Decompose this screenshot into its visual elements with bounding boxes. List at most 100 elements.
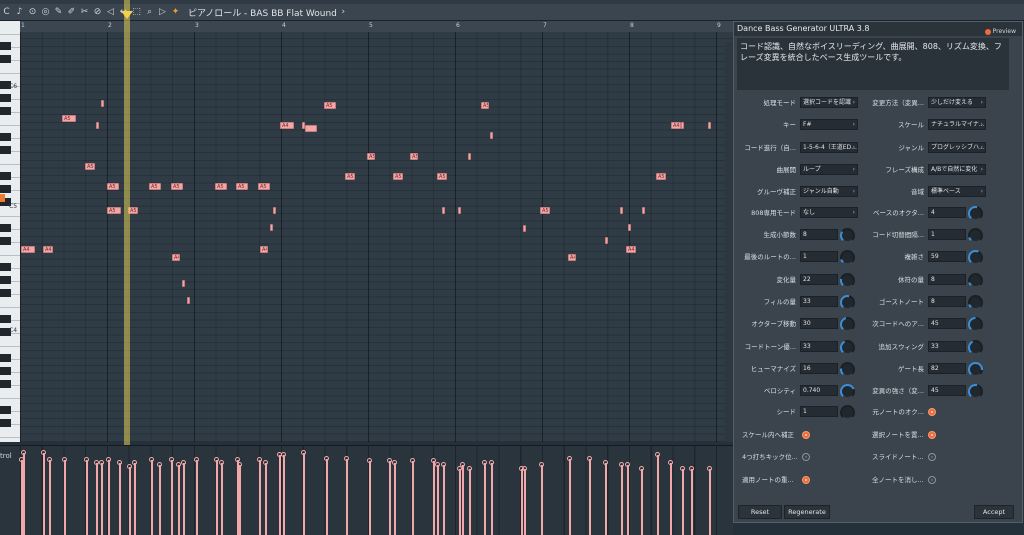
velocity-bar[interactable] <box>639 466 644 535</box>
midi-note[interactable]: A5 <box>656 173 666 180</box>
param-number[interactable]: 30 <box>800 318 838 330</box>
midi-note[interactable]: A5 <box>62 115 76 122</box>
black-key[interactable] <box>0 315 11 323</box>
black-key[interactable] <box>0 263 11 271</box>
velocity-bar[interactable] <box>117 460 122 535</box>
velocity-bar[interactable] <box>410 458 415 535</box>
zoom-icon[interactable]: ⌕ <box>144 7 155 18</box>
velocity-bar[interactable] <box>106 457 111 535</box>
param-number[interactable]: 1 <box>800 251 838 263</box>
midi-note[interactable]: A5 <box>215 183 227 190</box>
param-number[interactable]: 22 <box>800 273 838 285</box>
velocity-bar[interactable] <box>680 466 685 535</box>
midi-note[interactable]: A4 <box>671 122 681 129</box>
velocity-bar[interactable] <box>435 462 440 535</box>
velocity-bar[interactable] <box>522 466 527 535</box>
velocity-bar[interactable] <box>519 466 524 535</box>
playhead[interactable] <box>124 0 130 513</box>
midi-note[interactable] <box>468 153 471 160</box>
midi-note[interactable]: A4 <box>568 254 576 261</box>
roll-scrollbar[interactable] <box>725 42 733 442</box>
velocity-bar[interactable] <box>62 457 67 535</box>
velocity-bar[interactable] <box>21 450 26 535</box>
velocity-bar[interactable] <box>489 460 494 535</box>
midi-note[interactable]: A5 <box>410 153 418 160</box>
black-key[interactable] <box>0 185 11 193</box>
knob[interactable] <box>968 206 983 221</box>
velocity-bar[interactable] <box>94 460 99 535</box>
velocity-bar[interactable] <box>169 457 174 535</box>
knob[interactable] <box>840 339 855 355</box>
param-number[interactable]: 33 <box>800 340 838 352</box>
knob[interactable] <box>968 339 983 355</box>
seed-number[interactable]: 1 <box>800 406 838 417</box>
midi-note[interactable] <box>620 207 623 214</box>
midi-note[interactable] <box>605 237 608 244</box>
black-key[interactable] <box>0 224 11 232</box>
knob[interactable] <box>840 250 855 266</box>
midi-note[interactable]: A5 <box>393 173 403 180</box>
velocity-bar[interactable] <box>301 450 306 535</box>
playhead-marker[interactable] <box>121 11 133 19</box>
black-key[interactable] <box>0 419 11 427</box>
knob[interactable] <box>968 384 983 400</box>
preview-toggle[interactable]: Preview <box>984 25 1016 39</box>
knob[interactable] <box>968 361 983 377</box>
black-key[interactable] <box>0 276 11 284</box>
midi-note[interactable] <box>458 207 461 214</box>
piano-keyboard[interactable]: C6 C5 C4 <box>0 21 20 442</box>
midi-note[interactable]: A4 <box>260 246 268 253</box>
param-number[interactable]: 0.740 <box>800 385 838 397</box>
midi-note[interactable]: A5 <box>367 153 375 160</box>
regenerate-button[interactable]: Regenerate <box>784 505 830 519</box>
velocity-bar[interactable] <box>277 452 282 535</box>
midi-note[interactable]: A5 <box>437 173 447 180</box>
white-key[interactable] <box>0 21 20 35</box>
black-key[interactable] <box>0 354 11 362</box>
toggle[interactable] <box>928 408 936 416</box>
param-select[interactable]: 選択コードを認識 › <box>800 97 858 108</box>
settings-icon[interactable]: ✦ <box>170 7 181 18</box>
midi-note[interactable]: A5 <box>85 163 95 170</box>
black-key[interactable] <box>0 146 11 154</box>
velocity-bar[interactable] <box>539 462 544 535</box>
black-key[interactable] <box>0 406 11 414</box>
tool-icon[interactable]: ✂ <box>79 7 90 18</box>
velocity-bar[interactable] <box>281 452 286 535</box>
velocity-bar[interactable] <box>655 452 660 535</box>
knob[interactable] <box>840 384 855 400</box>
note-icon[interactable]: ♪ <box>14 7 25 18</box>
velocity-bar[interactable] <box>392 460 397 535</box>
midi-note[interactable] <box>101 100 104 107</box>
param-select[interactable]: F# › <box>800 119 858 131</box>
param-number[interactable]: 45 <box>928 385 966 397</box>
param-select[interactable]: 少しだけ変える › <box>928 97 986 108</box>
black-key[interactable] <box>0 133 11 141</box>
velocity-bar[interactable] <box>132 460 137 535</box>
midi-note[interactable] <box>187 297 190 304</box>
midi-note[interactable]: A5 <box>107 183 119 190</box>
knob[interactable] <box>840 228 855 243</box>
midi-note[interactable] <box>96 122 99 129</box>
velocity-bar[interactable] <box>127 464 132 535</box>
midi-note[interactable]: A5 <box>481 102 489 109</box>
midi-note[interactable] <box>273 207 276 214</box>
midi-note[interactable] <box>270 224 273 231</box>
toggle[interactable] <box>928 431 936 439</box>
midi-note[interactable] <box>523 225 526 232</box>
brush-icon[interactable]: ✐ <box>66 7 77 18</box>
black-key[interactable] <box>0 94 11 102</box>
velocity-bar[interactable] <box>482 460 487 535</box>
velocity-bar[interactable] <box>237 462 242 535</box>
midi-note[interactable] <box>708 122 711 129</box>
velocity-bar[interactable] <box>567 456 572 535</box>
midi-note[interactable]: A5 <box>324 102 336 109</box>
param-number[interactable]: 82 <box>928 362 966 374</box>
velocity-bar[interactable] <box>431 458 436 535</box>
knob[interactable] <box>968 228 983 243</box>
black-key[interactable] <box>0 172 11 180</box>
velocity-bar[interactable] <box>176 462 181 535</box>
velocity-bar[interactable] <box>460 462 465 535</box>
toggle[interactable] <box>928 453 936 462</box>
play-icon[interactable]: ▷ <box>157 7 168 18</box>
